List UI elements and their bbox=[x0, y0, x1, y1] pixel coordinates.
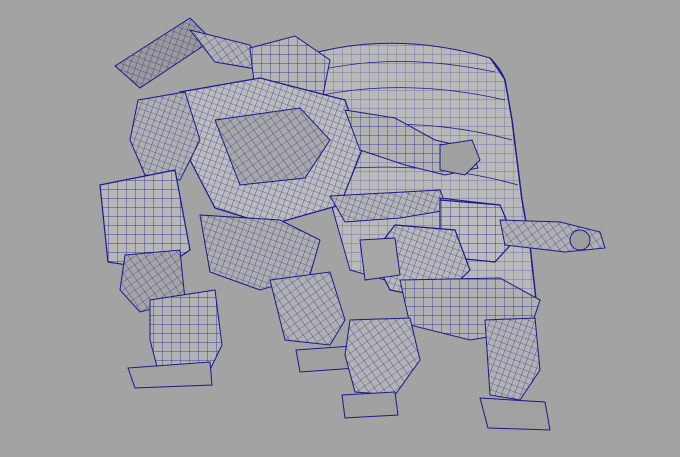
large-mech-right-leg[interactable] bbox=[269, 271, 357, 373]
small-mech-rear-leg[interactable] bbox=[479, 317, 551, 431]
viewport-canvas[interactable] bbox=[0, 0, 680, 457]
small-mech-front-leg[interactable] bbox=[341, 317, 421, 419]
large-mech-shoulder-cannon[interactable] bbox=[114, 17, 263, 89]
large-mech-left-arm[interactable] bbox=[99, 91, 201, 313]
3d-viewport[interactable] bbox=[0, 0, 680, 457]
